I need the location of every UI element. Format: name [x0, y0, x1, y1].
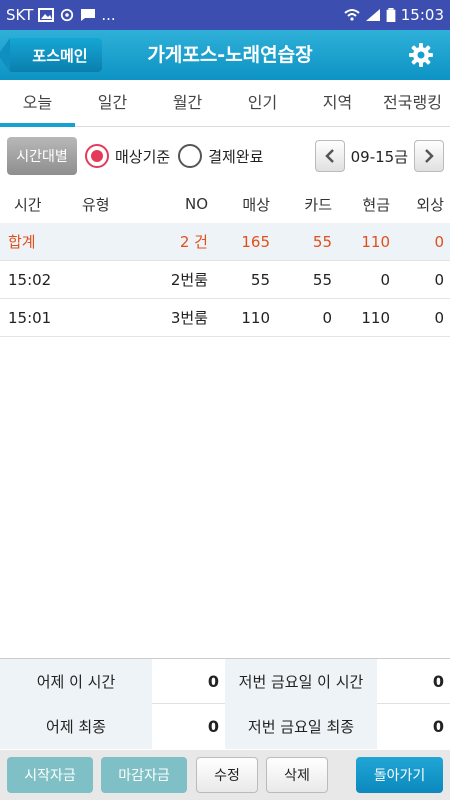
status-bar: SKT ... 15:03	[0, 0, 450, 30]
page-title: 가게포스-노래연습장	[147, 44, 313, 66]
app-header: 포스메인 가게포스-노래연습장	[0, 30, 450, 80]
clock: 15:03	[400, 6, 444, 24]
total-cash: 110	[361, 232, 390, 251]
row-time: 15:01	[8, 308, 52, 327]
row-credit: 0	[434, 308, 444, 327]
total-card: 55	[312, 232, 332, 251]
yesterday-now-value: 0	[207, 671, 219, 691]
row-sales: 55	[250, 270, 270, 289]
row-sales: 110	[241, 308, 270, 327]
tab-national-ranking[interactable]: 전국랭킹	[375, 80, 450, 126]
sync-icon	[61, 8, 74, 22]
table-header: 시간 유형 NO 매상 카드 현금 외상	[0, 185, 450, 223]
delete-button[interactable]: 삭제	[266, 757, 328, 793]
next-date-button[interactable]	[414, 140, 444, 172]
signal-icon	[365, 9, 380, 21]
image-icon	[38, 8, 55, 22]
yesterday-final-value: 0	[207, 717, 219, 736]
col-credit: 외상	[416, 195, 444, 214]
table-row-total: 합계 2 건 165 55 110 0	[0, 223, 450, 261]
total-label: 합계	[8, 233, 36, 251]
radio-checked-icon	[85, 144, 109, 168]
filter-bar: 시간대별 매상기준 결제완료 09-15금	[0, 133, 450, 179]
gear-icon[interactable]	[408, 42, 434, 68]
radio-payment-complete[interactable]: 결제완료	[178, 144, 263, 168]
comparison-summary: 어제 이 시간 0 저번 금요일 이 시간 0 어제 최종 0 저번 금요일 최…	[0, 658, 450, 749]
edit-button[interactable]: 수정	[196, 757, 258, 793]
col-time: 시간	[14, 195, 42, 214]
tab-monthly[interactable]: 월간	[150, 80, 225, 126]
tab-daily[interactable]: 일간	[75, 80, 150, 126]
tab-today[interactable]: 오늘	[0, 80, 75, 127]
tab-popular[interactable]: 인기	[225, 80, 300, 126]
radio-unchecked-icon	[178, 144, 203, 168]
start-fund-button[interactable]: 시작자금	[7, 757, 93, 793]
closing-fund-button[interactable]: 마감자금	[101, 757, 187, 793]
col-sales: 매상	[242, 195, 270, 214]
radio-sales-basis[interactable]: 매상기준	[85, 144, 170, 168]
chevron-left-icon	[324, 149, 334, 163]
total-credit: 0	[434, 232, 444, 251]
message-icon	[81, 9, 96, 21]
yesterday-now-label: 어제 이 시간	[0, 658, 152, 704]
current-date: 09-15금	[350, 147, 408, 166]
row-card: 0	[322, 308, 332, 327]
by-time-button[interactable]: 시간대별	[7, 137, 77, 175]
row-no: 3번룸	[170, 309, 208, 327]
carrier-label: SKT	[6, 6, 34, 24]
battery-icon	[386, 8, 396, 22]
back-button[interactable]: 돌아가기	[356, 757, 443, 793]
yesterday-final-label: 어제 최종	[0, 704, 152, 749]
period-tabs: 오늘 일간 월간 인기 지역 전국랭킹	[0, 80, 450, 127]
last-friday-final-label: 저번 금요일 최종	[225, 704, 377, 749]
row-card: 55	[312, 270, 332, 289]
more-notifications: ...	[101, 6, 116, 24]
row-cash: 0	[380, 270, 390, 289]
col-card: 카드	[304, 195, 332, 214]
bottom-toolbar: 시작자금 마감자금 수정 삭제 돌아가기	[0, 750, 450, 800]
radio-paid-label: 결제완료	[208, 147, 264, 166]
last-friday-final-value: 0	[432, 717, 444, 736]
total-sales: 165	[241, 232, 270, 251]
last-friday-now-label: 저번 금요일 이 시간	[225, 658, 377, 704]
table-row[interactable]: 15:02 2번룸 55 55 0 0	[0, 261, 450, 299]
pos-main-button[interactable]: 포스메인	[0, 38, 102, 72]
row-no: 2번룸	[170, 271, 208, 289]
table-row[interactable]: 15:01 3번룸 110 0 110 0	[0, 299, 450, 337]
prev-date-button[interactable]	[314, 140, 345, 172]
total-count: 2 건	[179, 233, 208, 251]
row-cash: 110	[361, 308, 390, 327]
chevron-right-icon	[425, 149, 434, 163]
col-cash: 현금	[362, 195, 390, 214]
col-no: NO	[184, 195, 208, 213]
tab-region[interactable]: 지역	[300, 80, 375, 126]
row-credit: 0	[434, 270, 444, 289]
row-time: 15:02	[8, 270, 52, 289]
wifi-icon	[344, 9, 360, 21]
last-friday-now-value: 0	[432, 671, 444, 691]
radio-sales-label: 매상기준	[115, 147, 171, 166]
col-type: 유형	[82, 195, 110, 214]
